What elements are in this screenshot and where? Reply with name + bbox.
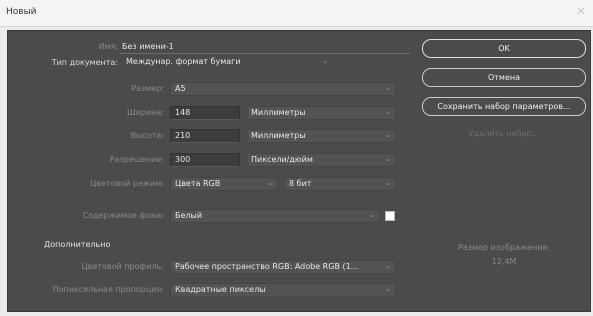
close-icon[interactable]: ✕ — [573, 4, 589, 20]
size-label: Размер: — [131, 84, 164, 93]
dialog-title: Новый — [6, 7, 37, 17]
height-unit-value: Миллиметры — [251, 131, 306, 140]
bit-depth-select[interactable]: 8 бит ⌄ — [284, 177, 396, 191]
doc-type-select[interactable]: Междунар. формат бумаги ⌄ — [122, 56, 332, 70]
doc-type-label: Тип документа: — [51, 58, 118, 67]
advanced-header[interactable]: Дополнительно — [44, 240, 110, 249]
new-document-dialog: Новый ✕ Имя: Без имени-1 Тип документа: … — [0, 0, 593, 316]
chevron-down-icon: ⌄ — [385, 108, 391, 116]
color-mode-select[interactable]: Цвета RGB ⌄ — [170, 177, 278, 191]
doc-type-value: Междунар. формат бумаги — [126, 57, 241, 66]
chevron-down-icon: ⌄ — [385, 285, 391, 293]
chevron-down-icon: ⌄ — [369, 211, 375, 219]
save-preset-button[interactable]: Сохранить набор параметров... — [422, 97, 586, 116]
color-mode-value: Цвета RGB — [175, 179, 221, 188]
cancel-button[interactable]: Отмена — [422, 68, 586, 87]
chevron-down-icon: ⌄ — [385, 262, 391, 270]
chevron-down-icon: ⌄ — [385, 131, 391, 139]
width-value: 148 — [175, 108, 191, 117]
chevron-down-icon: ⌄ — [385, 84, 391, 92]
chevron-down-icon: ⌄ — [385, 155, 391, 163]
background-color-swatch[interactable] — [385, 211, 395, 221]
color-mode-label: Цветовой режим: — [90, 179, 164, 188]
height-input[interactable]: 210 — [170, 129, 240, 143]
background-select[interactable]: Белый ⌄ — [170, 209, 380, 223]
pixel-aspect-label: Попиксельная пропорция: — [52, 285, 164, 294]
image-size-value: 12,4М — [491, 257, 517, 266]
height-unit-select[interactable]: Миллиметры ⌄ — [246, 129, 396, 143]
dialog-body: Имя: Без имени-1 Тип документа: Междунар… — [7, 30, 591, 312]
chevron-down-icon: ⌄ — [267, 179, 273, 187]
color-profile-value: Рабочее пространство RGB: Adobe RGB (1..… — [175, 262, 359, 271]
image-size-label: Размер изображения: — [458, 243, 550, 252]
resolution-value: 300 — [175, 155, 191, 164]
title-bar: Новый ✕ — [0, 0, 593, 27]
size-select[interactable]: A5 ⌄ — [170, 82, 396, 96]
height-value: 210 — [175, 131, 191, 140]
height-label: Высота: — [130, 131, 164, 140]
resolution-input[interactable]: 300 — [170, 153, 240, 167]
color-profile-select[interactable]: Рабочее пространство RGB: Adobe RGB (1..… — [170, 260, 396, 274]
color-profile-label: Цветовой профиль: — [81, 262, 164, 271]
chevron-down-icon: ⌄ — [322, 57, 328, 65]
width-unit-select[interactable]: Миллиметры ⌄ — [246, 106, 396, 120]
name-field[interactable]: Без имени-1 — [122, 42, 174, 51]
delete-preset-button: Удалить набор... — [468, 129, 540, 138]
size-value: A5 — [175, 84, 186, 93]
pixel-aspect-value: Квадратные пикселы — [175, 285, 266, 294]
bit-depth-value: 8 бит — [289, 179, 312, 188]
name-label: Имя: — [98, 42, 118, 51]
ok-button[interactable]: OK — [422, 39, 586, 58]
background-label: Содержимое фона: — [82, 211, 164, 220]
resolution-unit-select[interactable]: Пиксели/дюйм ⌄ — [246, 153, 396, 167]
pixel-aspect-select[interactable]: Квадратные пикселы ⌄ — [170, 283, 396, 297]
name-underline — [120, 53, 410, 54]
width-input[interactable]: 148 — [170, 106, 240, 120]
chevron-down-icon: ⌄ — [385, 179, 391, 187]
resolution-unit-value: Пиксели/дюйм — [251, 155, 313, 164]
background-value: Белый — [175, 211, 203, 220]
width-unit-value: Миллиметры — [251, 108, 306, 117]
resolution-label: Разрешение: — [109, 155, 164, 164]
width-label: Ширина: — [127, 108, 164, 117]
